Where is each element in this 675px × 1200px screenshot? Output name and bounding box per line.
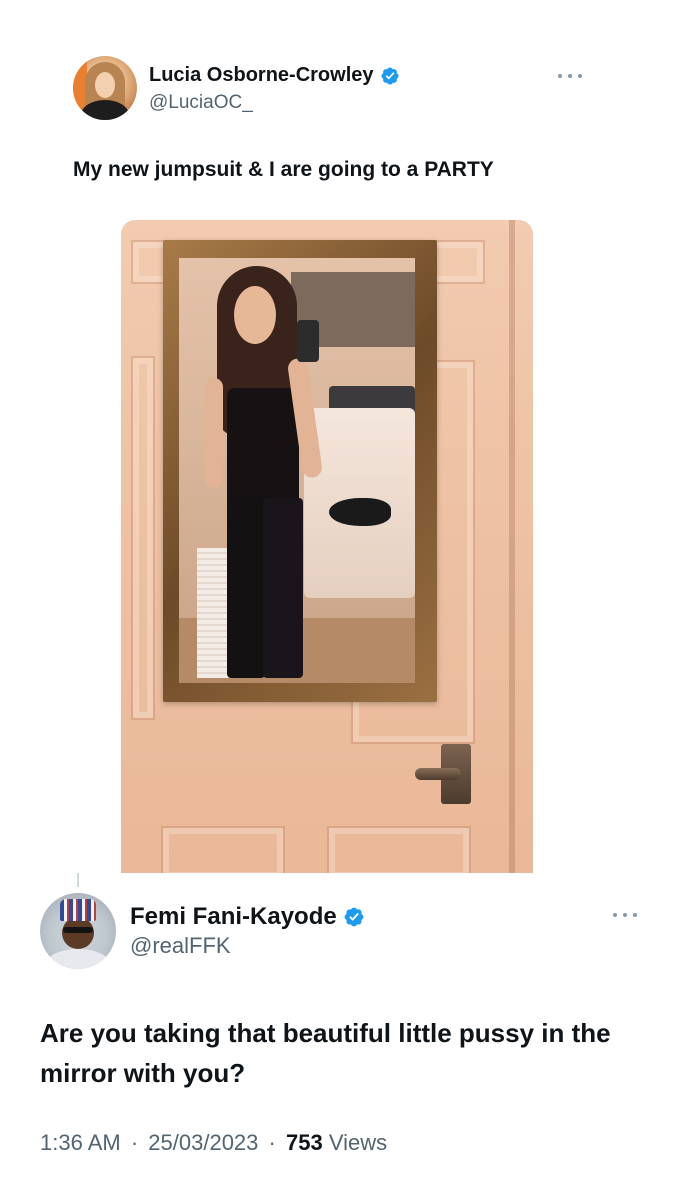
- door-panel: [161, 826, 285, 873]
- reflection-phone: [297, 320, 319, 362]
- more-options-icon[interactable]: [613, 911, 637, 919]
- door-panel: [327, 826, 471, 873]
- reflection-arm-left: [205, 378, 223, 488]
- tweet2-header: Femi Fani-Kayode @realFFK: [40, 893, 640, 973]
- tweet1-header: Lucia Osborne-Crowley @LuciaOC_: [73, 56, 593, 122]
- author-name-row[interactable]: Femi Fani-Kayode: [130, 903, 365, 931]
- tweet-text: Are you taking that beautiful little pus…: [40, 1018, 611, 1088]
- avatar-cap: [60, 899, 96, 921]
- thread-connector-line: [77, 873, 79, 887]
- door-panel: [131, 356, 155, 720]
- avatar-robe: [46, 949, 110, 969]
- more-options-icon[interactable]: [558, 72, 582, 80]
- meta-separator: ·: [130, 1130, 139, 1155]
- reflection-leg-right: [263, 498, 303, 678]
- tweet-time[interactable]: 1:36 AM: [40, 1130, 121, 1155]
- door-edge: [509, 220, 515, 873]
- author-handle[interactable]: @LuciaOC_: [149, 92, 253, 114]
- reflection-face: [234, 286, 276, 344]
- avatar-face: [95, 72, 115, 98]
- reflection-leg-left: [227, 498, 265, 678]
- verified-badge-icon: [344, 907, 364, 927]
- author-handle[interactable]: @realFFK: [130, 933, 231, 959]
- tweet-meta: 1:36 AM · 25/03/2023 · 753 Views: [40, 1130, 387, 1156]
- reflection-cat: [329, 498, 391, 526]
- avatar-face: [62, 917, 94, 949]
- avatar[interactable]: [40, 893, 116, 969]
- views-label[interactable]: Views: [329, 1130, 387, 1155]
- mirror-frame: [163, 240, 437, 702]
- author-name-row[interactable]: Lucia Osborne-Crowley: [149, 64, 400, 87]
- verified-badge-icon: [380, 66, 399, 85]
- reflection-jumpsuit: [227, 388, 299, 508]
- avatar[interactable]: [73, 56, 137, 120]
- author-display-name[interactable]: Femi Fani-Kayode: [130, 903, 337, 931]
- door-handle-lever: [415, 768, 461, 780]
- tweet-photo[interactable]: [121, 220, 533, 873]
- avatar-glasses: [63, 927, 93, 933]
- author-display-name[interactable]: Lucia Osborne-Crowley: [149, 64, 374, 87]
- tweet-text: My new jumpsuit & I are going to a PARTY: [73, 158, 494, 181]
- tweet-date[interactable]: 25/03/2023: [148, 1130, 258, 1155]
- meta-separator: ·: [268, 1130, 276, 1155]
- views-count[interactable]: 753: [286, 1130, 323, 1155]
- mirror-reflection: [179, 258, 415, 683]
